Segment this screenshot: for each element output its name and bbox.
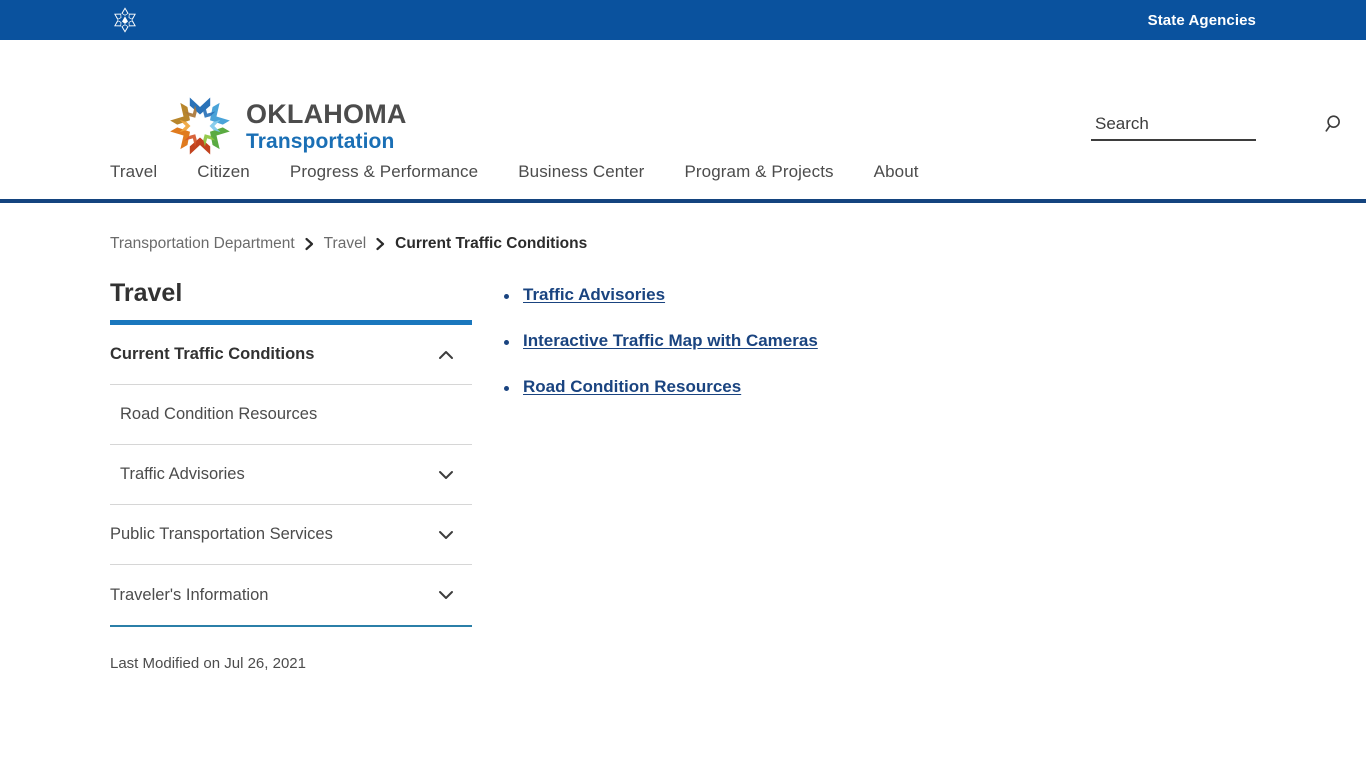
nav-item-program-projects[interactable]: Program & Projects [684,162,833,182]
brand-name-secondary: Transportation [246,129,395,153]
nav-item-progress-performance[interactable]: Progress & Performance [290,162,478,182]
site-logo-link[interactable]: OKLAHOMA Transportation [166,92,407,160]
last-modified-text: Last Modified on Jul 26, 2021 [110,655,306,672]
nav-item-citizen[interactable]: Citizen [197,162,250,182]
sidebar-item-current-traffic-conditions[interactable]: Current Traffic Conditions [110,325,472,385]
top-utility-bar: State Agencies [0,0,1366,40]
search-icon [1325,115,1340,132]
chevron-down-icon[interactable] [438,470,454,480]
chevron-right-icon [375,237,386,251]
oklahoma-star-icon[interactable] [110,5,140,35]
search-box [1091,113,1340,141]
sidebar-navigation: Current Traffic Conditions Road Conditio… [110,325,472,627]
nav-item-travel[interactable]: Travel [110,162,157,182]
link-traffic-advisories[interactable]: Traffic Advisories [523,285,665,304]
chevron-right-icon [304,237,315,251]
main-panel: Traffic Advisories Interactive Traffic M… [472,279,818,672]
brand-name-primary: OKLAHOMA [246,98,407,129]
breadcrumb-item-travel[interactable]: Travel [324,235,367,253]
list-item: Traffic Advisories [496,285,818,305]
sidebar-item-travelers-information[interactable]: Traveler's Information [110,565,472,625]
chevron-down-icon[interactable] [438,530,454,540]
sidebar-item-label: Public Transportation Services [110,525,333,543]
sidebar-item-traffic-advisories[interactable]: Traffic Advisories [110,445,472,505]
breadcrumb-item-current-traffic-conditions: Current Traffic Conditions [395,235,588,252]
link-road-condition-resources[interactable]: Road Condition Resources [523,377,741,396]
sidebar-item-label: Current Traffic Conditions [110,345,315,363]
sidebar-item-label: Traveler's Information [110,585,269,604]
topbar-right-group: State Agencies [1148,0,1256,40]
chevron-down-icon[interactable] [438,590,454,600]
oklahoma-pinwheel-logo [166,92,234,160]
brand-wordmark: OKLAHOMA Transportation [246,98,407,153]
sidebar: Travel Current Traffic Conditions Road C… [110,279,472,672]
search-submit-button[interactable] [1318,113,1348,135]
sidebar-item-label: Road Condition Resources [120,405,318,423]
page-content: Travel Current Traffic Conditions Road C… [0,279,1366,672]
sidebar-item-road-condition-resources[interactable]: Road Condition Resources [110,385,472,445]
sidebar-item-label: Traffic Advisories [120,465,245,483]
sidebar-title: Travel [110,279,183,307]
site-header: OKLAHOMA Transportation [0,40,1366,155]
list-item: Interactive Traffic Map with Cameras [496,331,818,351]
nav-item-about[interactable]: About [874,162,919,182]
state-agencies-link[interactable]: State Agencies [1148,12,1256,29]
breadcrumb-item-transportation-department[interactable]: Transportation Department [110,235,295,253]
nav-item-business-center[interactable]: Business Center [518,162,644,182]
sidebar-item-public-transportation-services[interactable]: Public Transportation Services [110,505,472,565]
chevron-up-icon[interactable] [438,350,454,360]
resource-link-list: Traffic Advisories Interactive Traffic M… [496,285,818,397]
breadcrumb: Transportation Department Travel Current… [0,203,1366,253]
search-input[interactable] [1091,113,1318,135]
link-interactive-traffic-map-with-cameras[interactable]: Interactive Traffic Map with Cameras [523,331,818,350]
list-item: Road Condition Resources [496,377,818,397]
